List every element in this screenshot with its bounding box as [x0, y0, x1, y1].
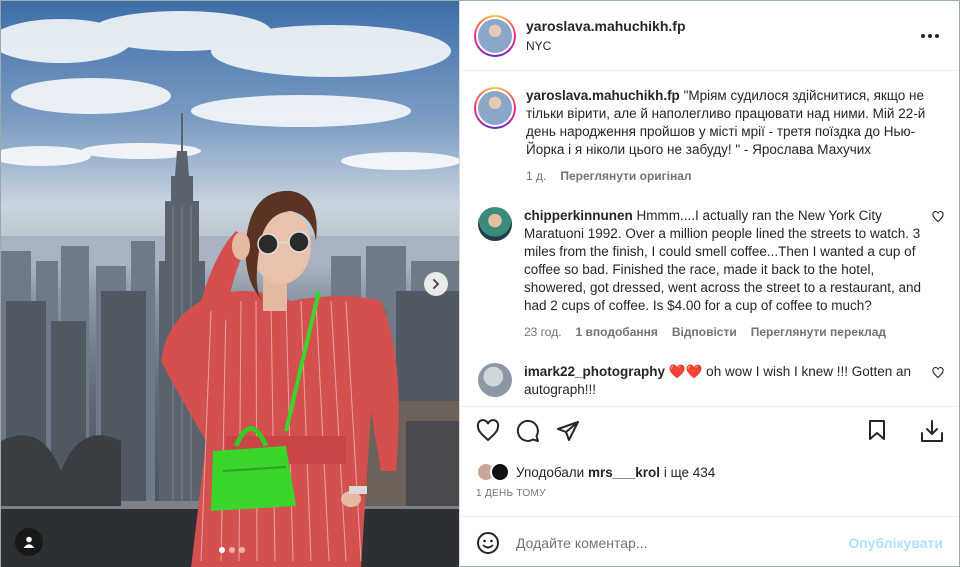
comment-meta: 23 год. 1 вподобання Відповісти Переглян…: [524, 325, 921, 339]
more-icon: [921, 33, 925, 38]
caption: yaroslava.mahuchikh.fp "Мріям судилося з…: [474, 87, 945, 183]
save-button[interactable]: [865, 418, 889, 444]
post-actions-bar: [460, 406, 959, 454]
liker-avatar[interactable]: [490, 462, 510, 482]
commenter-username[interactable]: imark22_photography: [524, 364, 665, 379]
post-comment-button[interactable]: Опублікувати: [848, 535, 943, 551]
comment-icon: [516, 419, 539, 442]
tagged-users-button[interactable]: [15, 528, 43, 556]
comment-like-heart-icon[interactable]: [931, 367, 945, 379]
post-dialog: yaroslava.mahuchikh.fp NYC yaroslava.mah…: [0, 0, 960, 567]
post-photo[interactable]: [1, 1, 459, 567]
share-icon: [557, 420, 579, 441]
comment-likes-count[interactable]: 1 вподобання: [576, 325, 658, 339]
post-location[interactable]: NYC: [526, 39, 686, 53]
caption-meta: 1 д. Переглянути оригінал: [526, 169, 945, 183]
photo-scene: [1, 11, 459, 567]
download-button[interactable]: [919, 418, 945, 444]
download-icon: [921, 419, 943, 442]
reply-button[interactable]: Відповісти: [672, 325, 737, 339]
comment-button[interactable]: [516, 419, 540, 443]
share-button[interactable]: [556, 419, 580, 443]
like-button[interactable]: [476, 418, 500, 443]
comment-text: imark22_photography ❤️❤️ oh wow I wish I…: [524, 363, 921, 399]
emoji-button[interactable]: [476, 531, 500, 555]
carousel-dot: [239, 547, 245, 553]
add-comment-bar: Опублікувати: [460, 516, 959, 567]
see-original-link[interactable]: Переглянути оригінал: [560, 169, 691, 183]
comment-item: imark22_photography ❤️❤️ oh wow I wish I…: [474, 363, 945, 399]
comment-input[interactable]: [516, 534, 849, 551]
comment-age: 23 год.: [524, 325, 562, 339]
commenter-avatar[interactable]: [478, 207, 512, 241]
comment-body: Hmmm....I actually ran the New York City…: [524, 208, 921, 313]
carousel-indicator: [219, 547, 245, 553]
see-translation-link[interactable]: Переглянути переклад: [751, 325, 886, 339]
likes-summary: Уподобали mrs___krol і ще 434: [460, 454, 959, 482]
commenter-avatar[interactable]: [478, 363, 512, 397]
liker-username[interactable]: mrs___krol: [588, 465, 660, 480]
comment-text: chipperkinnunen Hmmm....I actually ran t…: [524, 207, 921, 315]
post-timestamp[interactable]: 1 ДЕНЬ ТОМУ: [460, 482, 959, 516]
comment-like-heart-icon[interactable]: [931, 211, 945, 223]
chevron-right-icon: [433, 279, 440, 289]
likes-count[interactable]: і ще 434: [664, 465, 716, 480]
carousel-next-button[interactable]: [424, 272, 448, 296]
user-tag-icon: [23, 536, 35, 548]
caption-text: yaroslava.mahuchikh.fp "Мріям судилося з…: [526, 87, 945, 159]
heart-icon: [476, 418, 500, 441]
more-options-button[interactable]: [915, 28, 945, 44]
comment-item: chipperkinnunen Hmmm....I actually ran t…: [474, 207, 945, 339]
carousel-dot: [229, 547, 235, 553]
commenter-username[interactable]: chipperkinnunen: [524, 208, 633, 223]
caption-age: 1 д.: [526, 169, 547, 183]
post-header: yaroslava.mahuchikh.fp NYC: [460, 1, 959, 71]
bookmark-icon: [869, 419, 885, 440]
caption-avatar[interactable]: [474, 87, 516, 129]
author-avatar[interactable]: [474, 14, 516, 57]
emoji-icon: [477, 531, 499, 554]
carousel-dot-active: [219, 547, 225, 553]
likes-prefix: Уподобали: [516, 464, 585, 480]
author-username[interactable]: yaroslava.mahuchikh.fp: [526, 18, 686, 34]
post-side-panel: yaroslava.mahuchikh.fp NYC yaroslava.mah…: [459, 1, 959, 567]
comments-list[interactable]: yaroslava.mahuchikh.fp "Мріям судилося з…: [460, 71, 959, 406]
caption-username[interactable]: yaroslava.mahuchikh.fp: [526, 88, 680, 103]
